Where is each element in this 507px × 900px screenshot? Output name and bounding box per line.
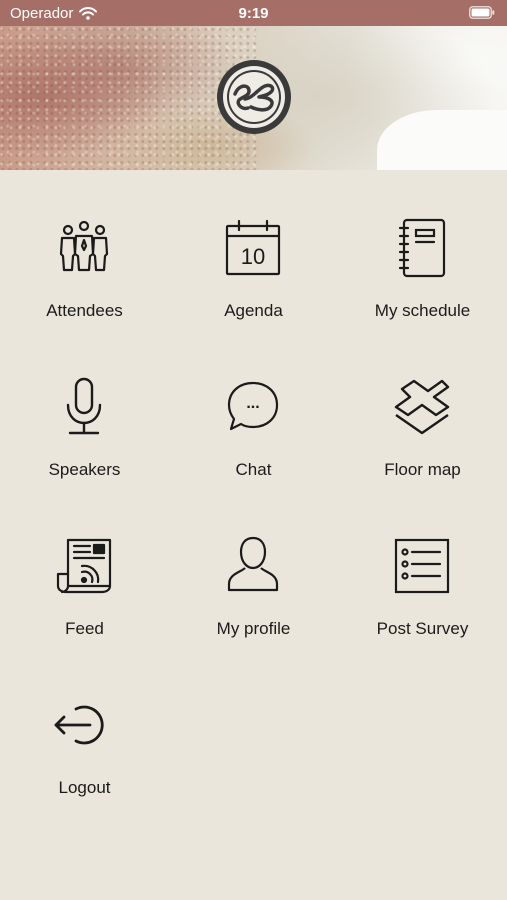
menu-item-speakers[interactable]: Speakers	[0, 339, 169, 489]
menu-item-my-profile[interactable]: My profile	[169, 498, 338, 648]
layers-icon	[390, 375, 454, 439]
menu-item-label: Post Survey	[376, 619, 469, 638]
calendar-icon: 10	[221, 216, 285, 280]
menu-item-agenda[interactable]: 10 Agenda	[169, 180, 338, 330]
menu-item-label: Feed	[65, 619, 104, 638]
menu-item-label: My schedule	[374, 301, 471, 320]
notebook-icon	[390, 216, 454, 280]
chat-bubble-icon: ...	[221, 375, 285, 439]
calendar-day: 10	[241, 244, 265, 269]
menu-item-chat[interactable]: ... Chat	[169, 339, 338, 489]
microphone-icon	[52, 375, 116, 439]
menu-item-floor-map[interactable]: Floor map	[338, 339, 507, 489]
menu-item-logout[interactable]: Logout	[0, 657, 169, 807]
menu-item-label: Attendees	[46, 301, 123, 320]
header-highlight	[377, 110, 507, 170]
header-banner	[0, 26, 507, 170]
status-bar: Operador 9:19	[0, 0, 507, 26]
menu-item-label: Logout	[58, 778, 111, 797]
menu-item-post-survey[interactable]: Post Survey	[338, 498, 507, 648]
menu-item-label: Agenda	[224, 301, 283, 320]
list-icon	[390, 534, 454, 598]
user-icon	[221, 534, 285, 598]
menu-item-my-schedule[interactable]: My schedule	[338, 180, 507, 330]
menu-item-label: Speakers	[48, 460, 121, 479]
logout-icon	[52, 693, 116, 757]
event-logo-icon	[215, 58, 293, 136]
menu-item-label: Chat	[235, 460, 272, 479]
menu-item-attendees[interactable]: Attendees	[0, 180, 169, 330]
rss-newspaper-icon	[52, 534, 116, 598]
battery-icon	[469, 6, 495, 19]
attendees-icon	[52, 216, 116, 280]
menu-item-label: Floor map	[384, 460, 461, 479]
chat-ellipsis: ...	[246, 395, 259, 412]
status-time: 9:19	[238, 5, 269, 22]
menu-item-label: My profile	[216, 619, 291, 638]
menu-item-feed[interactable]: Feed	[0, 498, 169, 648]
